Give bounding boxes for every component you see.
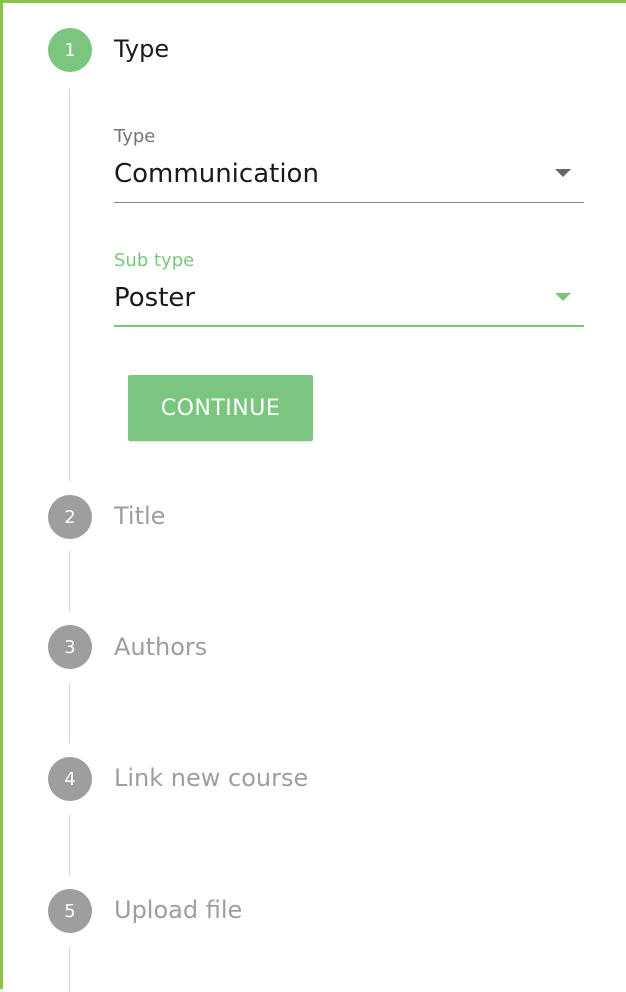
step-connector — [69, 947, 70, 992]
type-field-value: Communication — [114, 159, 319, 189]
continue-button[interactable]: CONTINUE — [128, 375, 313, 441]
step-number-badge: 2 — [48, 495, 92, 539]
type-field-label: Type — [114, 126, 156, 147]
step-title: Authors — [114, 633, 208, 661]
step-number-badge: 4 — [48, 757, 92, 801]
subtype-field-underline — [114, 325, 584, 327]
step-connector — [69, 683, 70, 743]
step-title: Upload file — [114, 896, 243, 924]
step-title: Title — [114, 502, 166, 530]
step-number-badge: 5 — [48, 889, 92, 933]
step-title: Link new course — [114, 764, 309, 792]
subtype-field-value: Poster — [114, 283, 196, 313]
step-connector — [69, 551, 70, 611]
type-field-underline — [114, 202, 584, 203]
step-connector — [69, 89, 70, 481]
chevron-down-icon[interactable] — [555, 293, 571, 301]
step-title: Type — [114, 35, 170, 63]
chevron-down-icon[interactable] — [555, 169, 571, 177]
step-number-badge: 3 — [48, 625, 92, 669]
step-number-badge: 1 — [48, 28, 92, 72]
step-connector — [69, 815, 70, 875]
stepper-panel: 1 Type Type Communication Sub type Poste… — [0, 0, 626, 992]
subtype-field-label: Sub type — [114, 250, 195, 271]
